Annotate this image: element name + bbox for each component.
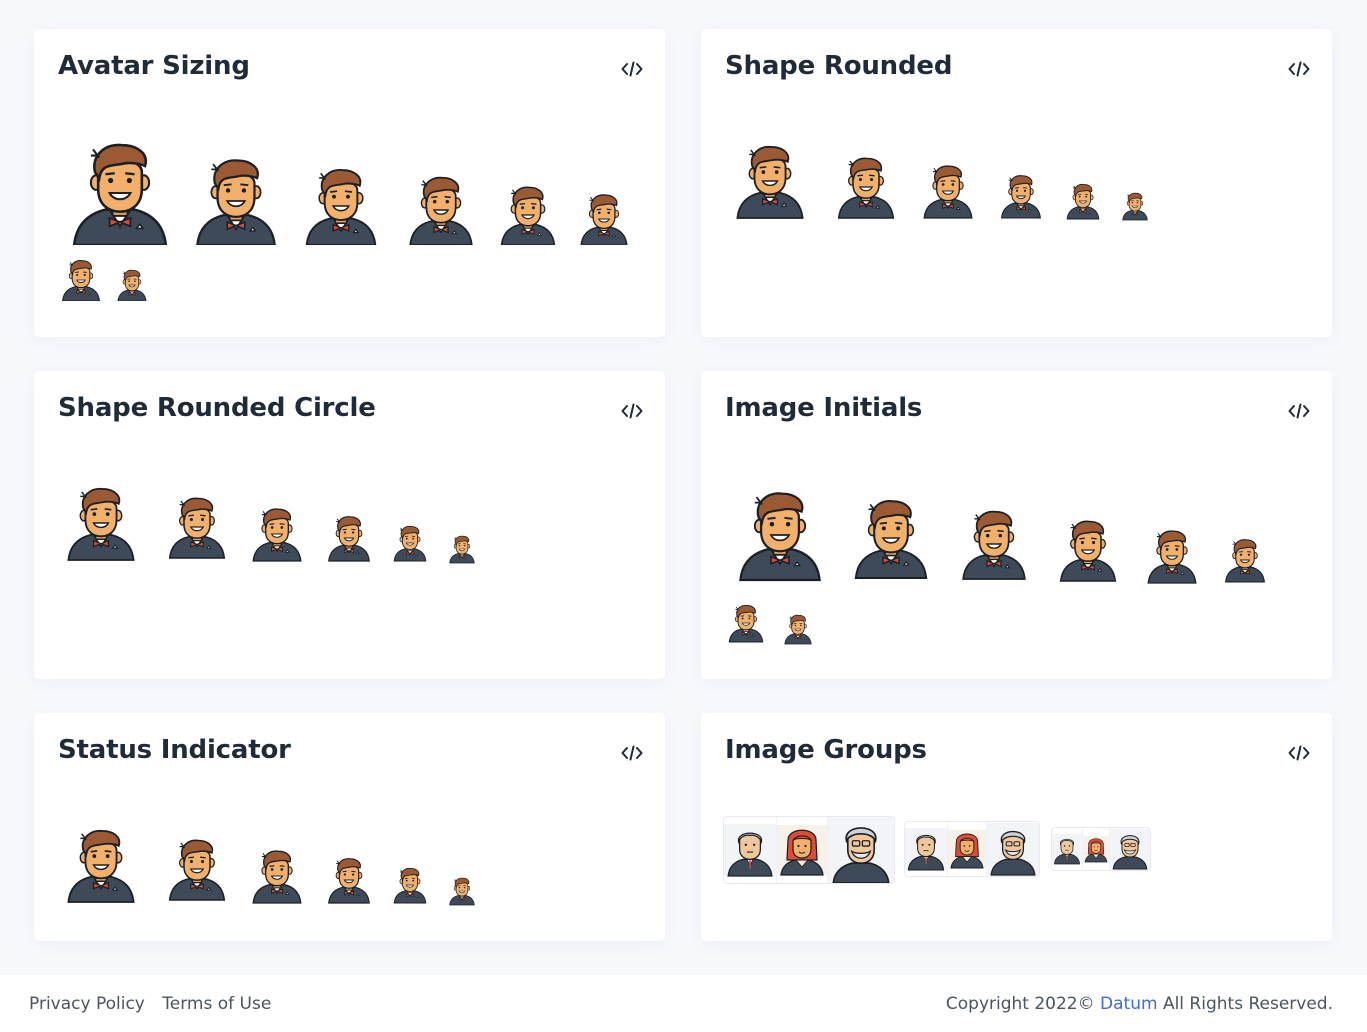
code-icon[interactable] [621,745,643,761]
privacy-policy-link[interactable]: Privacy Policy [29,994,145,1014]
avatar-group-sm [1051,827,1151,871]
avatar-rounded-lg [835,151,897,223]
code-icon[interactable] [1288,61,1310,77]
avatar-status-xs [392,863,428,907]
avatar-xxl [68,141,172,245]
footer-links: Privacy Policy Terms of Use [29,994,283,1014]
avatar-circle-lg [166,489,228,565]
card-title: Image Initials [725,393,923,423]
copyright-suffix: All Rights Reserved. [1162,994,1333,1014]
avatar-circle-sm [326,511,372,565]
avatar-circle-xs [392,521,428,565]
avatar-initials-xxxs [783,613,813,645]
oldman-avatar-icon [828,817,894,883]
woman-avatar-icon [1083,828,1110,870]
brand-link[interactable]: Datum [1100,994,1158,1014]
avatar-group-lg [723,816,895,884]
avatar-circle-xxs [448,533,476,565]
copyright-prefix: Copyright 2022© [945,994,1095,1014]
avatar-initials-xxl [735,483,825,587]
oldman-avatar-icon [1110,828,1150,870]
card-image-groups: Image Groups [701,713,1332,941]
card-title: Image Groups [725,735,927,765]
elder-avatar-icon [1052,828,1083,870]
avatar-rounded-xl [733,139,807,223]
avatar-status-xxs [448,875,476,907]
footer: Privacy Policy Terms of Use Copyright 20… [0,975,1367,1032]
terms-of-use-link[interactable]: Terms of Use [162,994,271,1014]
card-status-indicator: Status Indicator [34,713,665,941]
avatar-lg [302,167,380,245]
card-title: Shape Rounded Circle [58,393,376,423]
avatar-initials-lg [959,501,1029,587]
code-icon[interactable] [621,403,643,419]
elder-avatar-icon [724,817,777,883]
code-icon[interactable] [1288,403,1310,419]
avatar-rounded-xs [1065,179,1101,223]
oldman-avatar-icon [987,822,1039,876]
avatar-xl [192,157,280,245]
avatar-initials-xxs [727,601,765,645]
woman-avatar-icon [777,817,828,883]
card-avatar-sizing: Avatar Sizing [34,29,665,337]
woman-avatar-icon [948,822,987,876]
card-shape-rounded-circle: Shape Rounded Circle [34,371,665,679]
card-title: Shape Rounded [725,51,953,81]
avatar-xxxs [116,269,148,301]
avatar-group-md [904,821,1040,877]
avatar-xs [578,193,630,245]
code-icon[interactable] [621,61,643,77]
avatar-xxs [60,259,102,301]
copyright: Copyright 2022© Datum All Rights Reserve… [946,994,1333,1014]
avatar-status-sm [326,853,372,907]
avatar-circle-md [250,503,304,565]
avatar-sm [498,185,558,245]
avatar-rounded-md [921,159,975,223]
avatar-circle-xl [64,481,138,565]
elder-avatar-icon [905,822,948,876]
code-icon[interactable] [1288,745,1310,761]
avatar-initials-sm [1145,525,1199,587]
card-title: Status Indicator [58,735,291,765]
avatar-rounded-xxs [1121,189,1149,223]
avatar-md [406,175,476,245]
avatar-initials-xs [1223,533,1267,587]
avatar-initials-md [1057,513,1119,587]
avatar-status-xl [64,823,138,907]
card-image-initials: Image Initials [701,371,1332,679]
avatar-status-lg [166,831,228,907]
card-title: Avatar Sizing [58,51,250,81]
avatar-status-md [250,845,304,907]
card-shape-rounded: Shape Rounded [701,29,1332,337]
avatar-rounded-sm [999,169,1043,223]
avatar-initials-xl [851,489,931,587]
